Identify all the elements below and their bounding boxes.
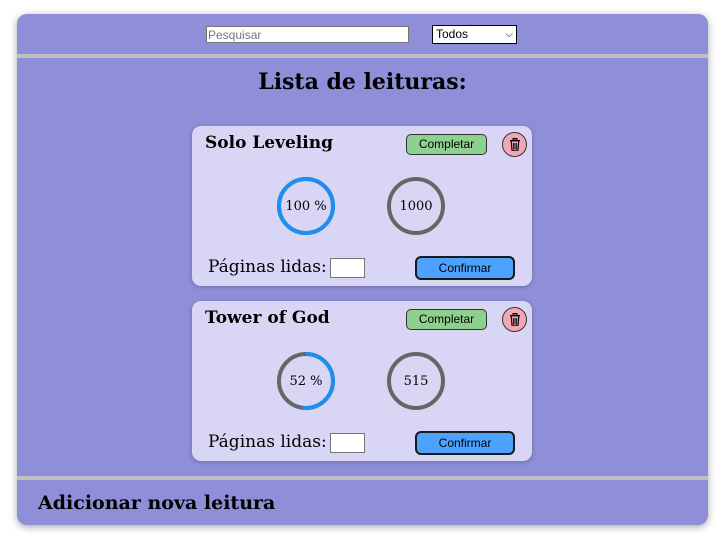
add-reading-section: Adicionar nova leitura — [17, 480, 708, 525]
page-title: Lista de leituras: — [258, 69, 467, 95]
chevron-down-icon: ⌵ — [505, 29, 513, 40]
reading-list-section: Lista de leituras: Solo Leveling Complet… — [17, 58, 708, 476]
search-input[interactable] — [206, 26, 409, 43]
reading-title: Tower of God — [205, 308, 330, 328]
pages-read-label: Páginas lidas: — [208, 257, 327, 277]
add-reading-title[interactable]: Adicionar nova leitura — [38, 492, 275, 514]
confirm-button[interactable]: Confirmar — [415, 256, 515, 280]
total-pages-ring: 1000 — [386, 176, 446, 236]
reading-card: Solo Leveling Completar 100 % 1000 Págin… — [192, 126, 532, 286]
trash-icon — [509, 313, 520, 326]
progress-percent: 52 % — [289, 373, 323, 389]
confirm-button[interactable]: Confirmar — [415, 431, 515, 455]
pages-read-input[interactable] — [330, 258, 365, 278]
top-bar: Todos ⌵ — [17, 14, 708, 54]
filter-selected-value: Todos — [436, 27, 469, 41]
delete-button[interactable] — [502, 132, 527, 157]
progress-ring: 100 % — [276, 176, 336, 236]
filter-select[interactable]: Todos ⌵ — [432, 25, 517, 44]
complete-button[interactable]: Completar — [406, 309, 487, 330]
trash-icon — [509, 138, 520, 151]
delete-button[interactable] — [502, 307, 527, 332]
total-pages: 1000 — [399, 198, 433, 214]
progress-ring: 52 % — [276, 351, 336, 411]
reading-title: Solo Leveling — [205, 133, 333, 153]
complete-button[interactable]: Completar — [406, 134, 487, 155]
total-pages-ring: 515 — [386, 351, 446, 411]
pages-read-label: Páginas lidas: — [208, 432, 327, 452]
app-window: Todos ⌵ Lista de leituras: Solo Leveling… — [17, 14, 708, 525]
reading-card: Tower of God Completar 52 % 515 Páginas … — [192, 301, 532, 461]
progress-percent: 100 % — [285, 198, 327, 214]
total-pages: 515 — [403, 373, 429, 389]
pages-read-input[interactable] — [330, 433, 365, 453]
